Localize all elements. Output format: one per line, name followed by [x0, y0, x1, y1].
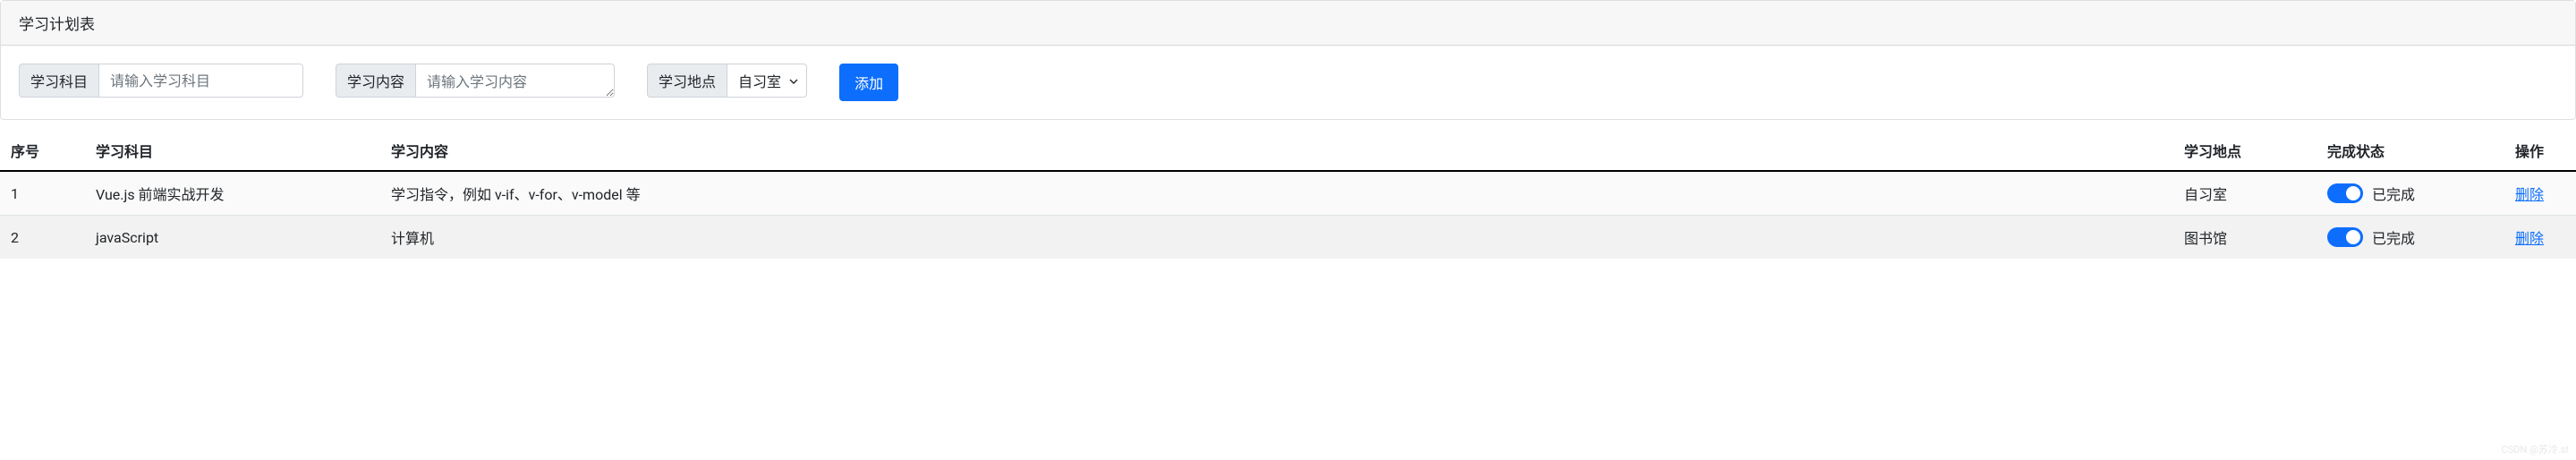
status-toggle[interactable] [2327, 227, 2363, 247]
watermark: CSDN @苏冷.st [2501, 442, 2569, 456]
th-location: 学习地点 [2173, 131, 2317, 171]
th-status: 完成状态 [2317, 131, 2504, 171]
study-plan-card: 学习计划表 学习科目 学习内容 学习地点 自习室 添加 [0, 0, 2576, 120]
cell-content: 学习指令，例如 v-if、v-for、v-model 等 [380, 171, 2173, 216]
location-label: 学习地点 [647, 64, 727, 98]
status-toggle[interactable] [2327, 183, 2363, 203]
delete-link[interactable]: 删除 [2515, 186, 2544, 203]
cell-content: 计算机 [380, 216, 2173, 260]
cell-subject: javaScript [85, 216, 380, 260]
content-input[interactable] [415, 64, 615, 98]
card-title: 学习计划表 [1, 1, 2575, 46]
location-select[interactable]: 自习室 [727, 64, 807, 98]
table-header-row: 序号 学习科目 学习内容 学习地点 完成状态 操作 [0, 131, 2576, 171]
status-label: 已完成 [2372, 226, 2415, 248]
cell-location: 自习室 [2173, 171, 2317, 216]
table-row: 2 javaScript 计算机 图书馆 已完成 删除 [0, 216, 2576, 260]
cell-index: 1 [0, 171, 85, 216]
cell-index: 2 [0, 216, 85, 260]
table-row: 1 Vue.js 前端实战开发 学习指令，例如 v-if、v-for、v-mod… [0, 171, 2576, 216]
cell-status: 已完成 [2317, 216, 2504, 260]
th-content: 学习内容 [380, 131, 2173, 171]
study-plan-table: 序号 学习科目 学习内容 学习地点 完成状态 操作 1 Vue.js 前端实战开… [0, 131, 2576, 259]
form-row: 学习科目 学习内容 学习地点 自习室 添加 [1, 46, 2575, 119]
status-label: 已完成 [2372, 183, 2415, 204]
add-button[interactable]: 添加 [839, 64, 898, 101]
cell-location: 图书馆 [2173, 216, 2317, 260]
content-label: 学习内容 [336, 64, 415, 98]
th-index: 序号 [0, 131, 85, 171]
delete-link[interactable]: 删除 [2515, 230, 2544, 247]
cell-status: 已完成 [2317, 171, 2504, 216]
cell-action: 删除 [2504, 216, 2576, 260]
subject-group: 学习科目 [19, 64, 303, 98]
th-action: 操作 [2504, 131, 2576, 171]
subject-input[interactable] [98, 64, 303, 98]
cell-action: 删除 [2504, 171, 2576, 216]
content-group: 学习内容 [336, 64, 615, 98]
th-subject: 学习科目 [85, 131, 380, 171]
subject-label: 学习科目 [19, 64, 98, 98]
cell-subject: Vue.js 前端实战开发 [85, 171, 380, 216]
location-group: 学习地点 自习室 [647, 64, 807, 98]
